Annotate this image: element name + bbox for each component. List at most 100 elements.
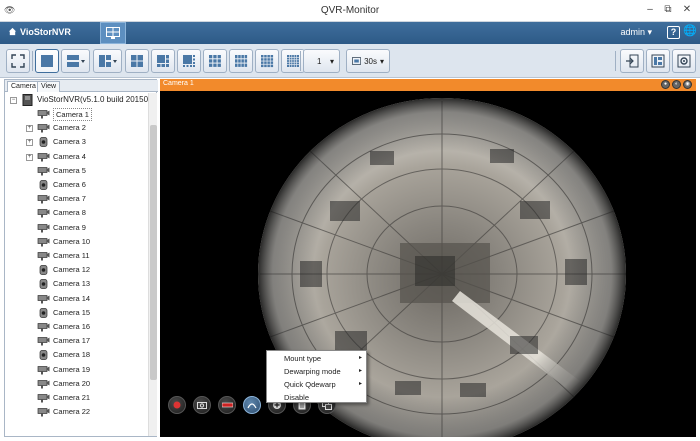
brand[interactable]: VioStorNVR [8, 27, 71, 37]
motion-status-icon: ◐ [672, 80, 681, 89]
toolbar-separator [32, 51, 33, 71]
channel-status-icons: ● ◐ ◉ [661, 80, 692, 89]
split-three-icon [98, 55, 117, 67]
scrollbar-thumb[interactable] [150, 125, 157, 380]
layout-2-button[interactable] [61, 49, 90, 73]
nav-bar: VioStorNVR admin ▾ ? 🌐 [0, 22, 700, 44]
help-icon[interactable]: ? [667, 26, 680, 39]
expand-icon[interactable]: + [26, 125, 33, 133]
context-menu-item[interactable]: Quick Qdewarp ▸ [267, 378, 368, 391]
tree-item-camera[interactable]: Camera 6 [5, 178, 148, 192]
box-camera-icon [37, 252, 50, 261]
layout-4-button[interactable] [125, 49, 149, 73]
globe-icon[interactable]: 🌐 [683, 26, 697, 39]
box-camera-icon [37, 124, 50, 133]
snapshot-button[interactable] [193, 396, 211, 414]
tree-item-camera[interactable]: Camera 8 [5, 206, 148, 220]
export-button[interactable] [620, 49, 644, 73]
tree-item-camera[interactable]: Camera 15 [5, 306, 148, 320]
home-icon [8, 27, 17, 36]
layout-8-button[interactable] [177, 49, 201, 73]
layout-16-button[interactable] [255, 49, 279, 73]
restore-button[interactable]: ⧉ [661, 3, 675, 17]
page-select[interactable]: 1 ▾ [303, 49, 340, 73]
tree-item-camera[interactable]: Camera 10 [5, 235, 148, 249]
tree-root-nvr[interactable]: − VioStorNVR(v5.1.0 build 2015061 [5, 93, 148, 107]
fullscreen-icon [11, 54, 25, 68]
tree-item-camera[interactable]: Camera 7 [5, 192, 148, 206]
sequence-interval-select[interactable]: 30s ▾ [346, 49, 390, 73]
menu-item-label: Quick Qdewarp [284, 380, 336, 389]
sidebar-scrollbar[interactable] [148, 93, 157, 436]
expand-icon[interactable]: + [26, 139, 33, 147]
dewarp-button[interactable] [243, 396, 261, 414]
grid-4x3-icon [235, 55, 248, 67]
camera-sidebar: Camera View − VioStorNVR(v5.1.0 build 20… [4, 79, 158, 437]
submenu-arrow-icon: ▸ [358, 355, 362, 361]
camera-label: Camera 2 [53, 123, 86, 133]
layout-1x1-button[interactable] [35, 49, 59, 73]
tree-item-camera[interactable]: Camera 16 [5, 320, 148, 334]
brand-label: VioStorNVR [20, 27, 71, 37]
window-title: QVR-Monitor [320, 5, 380, 16]
tab-camera[interactable]: Camera [7, 81, 40, 92]
live-view-panel: Camera 1 ● ◐ ◉ [160, 79, 696, 437]
dome-camera-icon [39, 137, 48, 148]
tree-item-camera[interactable]: Camera 21 [5, 391, 148, 405]
monitor-grid-icon [106, 27, 120, 39]
tree-item-camera[interactable]: Camera 12 [5, 263, 148, 277]
layout-3-button[interactable] [93, 49, 122, 73]
context-menu-item[interactable]: Mount type ▸ [267, 352, 368, 365]
view-manager-button[interactable] [646, 49, 670, 73]
user-menu[interactable]: admin ▾ [620, 27, 652, 38]
tree-item-camera[interactable]: Camera 1 [5, 107, 148, 121]
box-camera-icon [37, 294, 50, 304]
layout-12-button[interactable] [229, 49, 253, 73]
close-button[interactable]: ✕ [680, 3, 694, 17]
tree-item-camera[interactable]: Camera 20 [5, 377, 148, 391]
record-status-icon: ● [661, 80, 670, 89]
app-window: 👁 QVR-Monitor – ⧉ ✕ VioStorNVR admin ▾ ?… [0, 0, 700, 441]
audio-button[interactable] [218, 396, 236, 414]
channel-header: Camera 1 ● ◐ ◉ [160, 79, 696, 91]
tree-item-camera[interactable]: Camera 17 [5, 334, 148, 348]
tree-item-camera[interactable]: Camera 19 [5, 363, 148, 377]
tree-item-camera[interactable]: + Camera 2 [5, 121, 148, 135]
fisheye-video-feed[interactable] [160, 91, 696, 437]
camera-label: Camera 10 [53, 236, 91, 246]
monitor-tab[interactable] [100, 22, 126, 44]
tree-item-camera[interactable]: + Camera 3 [5, 135, 148, 149]
camera-label: Camera 5 [53, 165, 86, 175]
fullscreen-button[interactable] [6, 49, 30, 73]
record-icon [173, 401, 181, 409]
minimize-button[interactable]: – [643, 3, 657, 17]
tree-item-camera[interactable]: Camera 14 [5, 292, 148, 306]
layout-9-button[interactable] [203, 49, 227, 73]
collapse-icon[interactable]: − [10, 97, 17, 104]
camera-label: Camera 11 [53, 251, 90, 260]
settings-button[interactable] [672, 49, 696, 73]
tab-view[interactable]: View [37, 81, 61, 92]
menu-item-label: Disable [284, 393, 310, 402]
tree-item-camera[interactable]: Camera 9 [5, 221, 148, 235]
camera-label: Camera 1 [53, 108, 92, 121]
context-menu-item[interactable]: Dewarping mode ▸ [267, 365, 368, 378]
tree-item-camera[interactable]: Camera 13 [5, 277, 148, 291]
page-select-value: 1 [317, 56, 322, 66]
layout-6-button[interactable] [151, 49, 175, 73]
expand-icon[interactable]: + [26, 153, 33, 161]
box-camera-icon [37, 365, 50, 375]
tree-item-camera[interactable]: Camera 22 [5, 405, 148, 419]
tree-item-camera[interactable]: Camera 5 [5, 164, 148, 178]
box-camera-icon [37, 394, 50, 403]
record-button[interactable] [168, 396, 186, 414]
layout-25-button[interactable] [281, 49, 305, 73]
interval-chevron-icon: ▾ [379, 56, 384, 66]
tree-item-camera[interactable]: Camera 18 [5, 348, 148, 362]
tree-item-camera[interactable]: Camera 11 [5, 249, 148, 263]
grid-5x5-icon [287, 55, 299, 67]
camera-label: Camera 12 [53, 265, 91, 275]
tree-item-camera[interactable]: + Camera 4 [5, 150, 148, 164]
context-menu-item[interactable]: Disable [267, 391, 368, 404]
grid-8-icon [183, 55, 195, 67]
